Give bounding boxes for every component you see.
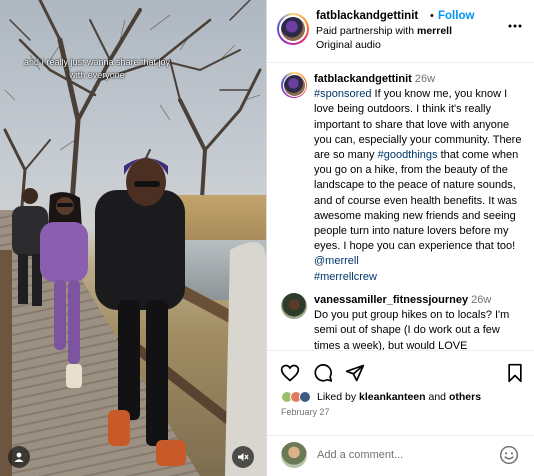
partnership-prefix: Paid partnership with: [316, 25, 415, 37]
caption-time[interactable]: 26w: [415, 73, 435, 85]
add-comment-input[interactable]: [317, 446, 497, 464]
liked-prefix: Liked by: [317, 391, 357, 403]
hashtag-sponsored[interactable]: #sponsored: [314, 88, 372, 100]
profile-tag-button[interactable]: [8, 446, 30, 468]
commenter-username[interactable]: vanessamiller_fitnessjourney: [314, 294, 468, 306]
post-details-panel: fatblackandgettinit • Follow Paid partne…: [266, 0, 534, 476]
post-header: fatblackandgettinit • Follow Paid partne…: [267, 0, 534, 63]
comment-time[interactable]: 26w: [471, 294, 491, 306]
post-caption: fatblackandgettinit 26w #sponsored If yo…: [314, 72, 529, 285]
hashtag-goodthings[interactable]: #goodthings: [378, 149, 438, 161]
heart-icon[interactable]: [280, 363, 300, 383]
author-avatar[interactable]: [277, 13, 309, 45]
liked-and: and: [428, 391, 447, 403]
commenter-avatar[interactable]: [281, 293, 307, 319]
comment-composer: [267, 435, 534, 476]
emoji-icon[interactable]: [499, 445, 519, 465]
comment-text: Do you put group hikes on to locals? I'm…: [314, 309, 510, 350]
comment-item: vanessamiller_fitnessjourney 26w Do you …: [314, 293, 529, 350]
follow-button[interactable]: Follow: [438, 10, 474, 22]
author-username[interactable]: fatblackandgettinit: [316, 10, 418, 22]
hiker-main: [95, 157, 186, 466]
likes-summary[interactable]: Liked by kleankanteen and others: [281, 389, 481, 405]
caption-author-avatar[interactable]: [281, 72, 307, 98]
mute-icon: [238, 453, 249, 461]
caption-text-2: that come when you go on a hike, from th…: [314, 149, 519, 253]
caption-username[interactable]: fatblackandgettinit: [314, 73, 412, 85]
comment-icon[interactable]: [313, 363, 333, 383]
current-user-avatar: [281, 442, 307, 468]
separator-dot: •: [430, 10, 434, 22]
liked-user[interactable]: kleankanteen: [359, 391, 426, 403]
comments-section[interactable]: fatblackandgettinit 26w #sponsored If yo…: [267, 63, 534, 350]
post-actions: Liked by kleankanteen and others Februar…: [267, 350, 534, 435]
paid-partnership-label: Paid partnership with merrell: [316, 25, 452, 37]
bookmark-icon[interactable]: [505, 363, 525, 383]
mute-button[interactable]: [232, 446, 254, 468]
post-video[interactable]: and I really just wanna share that joy w…: [0, 0, 266, 476]
partner-link[interactable]: merrell: [417, 25, 452, 37]
hashtag-merrellcrew[interactable]: #merrellcrew: [314, 271, 377, 283]
liked-others[interactable]: others: [449, 391, 481, 403]
video-caption-overlay: and I really just wanna share that joy w…: [23, 57, 171, 80]
share-icon[interactable]: [345, 363, 365, 383]
post-date[interactable]: February 27: [281, 407, 330, 417]
liked-by-text: Liked by kleankanteen and others: [317, 391, 481, 403]
audio-label[interactable]: Original audio: [316, 39, 381, 51]
profile-tag-icon: [14, 452, 24, 462]
liker-avatar: [299, 391, 311, 403]
more-options-icon[interactable]: [507, 18, 523, 34]
mention-merrell[interactable]: @merrell: [314, 255, 359, 267]
